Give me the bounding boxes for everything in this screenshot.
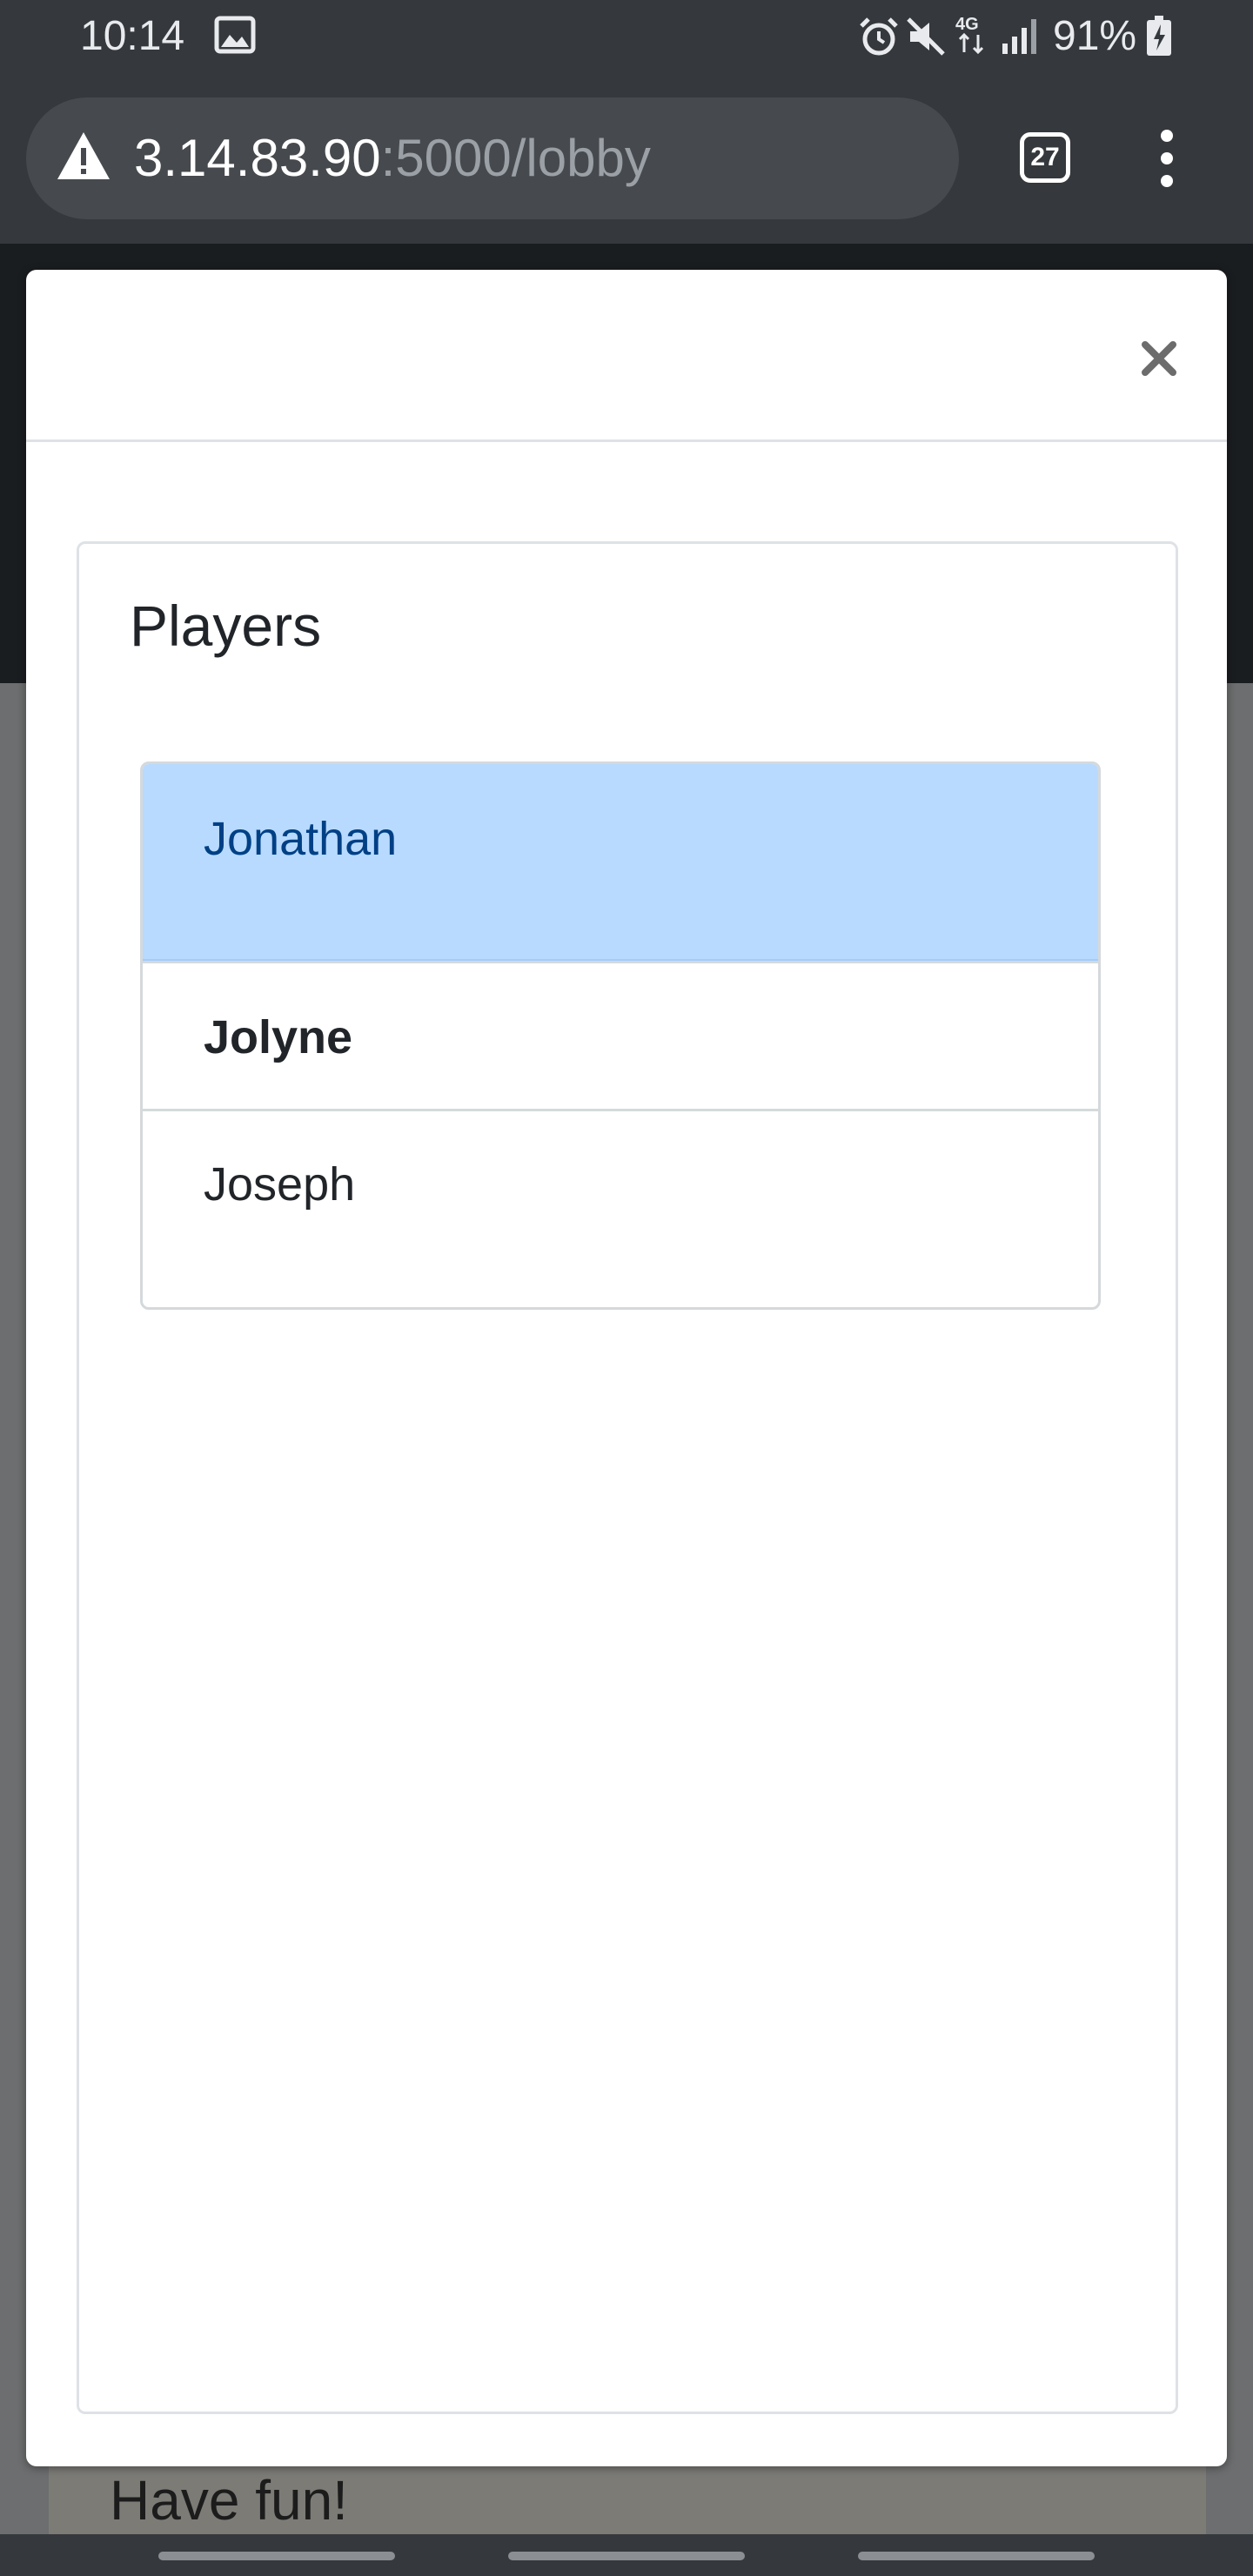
network-4g-icon: 4G: [955, 15, 984, 55]
url-text[interactable]: 3.14.83.90:5000/lobby: [134, 127, 651, 190]
players-modal: Players Jonathan Jolyne Joseph: [26, 270, 1227, 2466]
status-bar: 10:14 4G 91%: [0, 0, 1253, 73]
browser-toolbar: 3.14.83.90:5000/lobby 27: [0, 73, 1253, 244]
player-list-item[interactable]: Jolyne: [143, 961, 1098, 1109]
not-secure-warning-icon[interactable]: [56, 131, 111, 181]
tab-switcher-button[interactable]: 27: [1020, 132, 1070, 183]
modal-header: [26, 270, 1227, 442]
players-title: Players: [130, 594, 322, 658]
player-list-item[interactable]: Joseph: [143, 1109, 1098, 1307]
nav-back-pill[interactable]: [858, 2552, 1095, 2560]
nav-home-pill[interactable]: [508, 2552, 745, 2560]
player-list: Jonathan Jolyne Joseph: [140, 761, 1101, 1310]
mute-icon: [907, 17, 945, 56]
lobby-card-text: Have fun!: [110, 2469, 348, 2532]
battery-percent: 91%: [1053, 13, 1137, 59]
svg-text:4G: 4G: [955, 15, 979, 34]
gallery-icon: [214, 16, 256, 54]
address-bar[interactable]: 3.14.83.90:5000/lobby: [26, 97, 959, 219]
signal-icon: [1002, 19, 1036, 54]
status-time: 10:14: [80, 13, 185, 59]
battery-charging-icon: [1147, 16, 1171, 56]
url-path: :5000/lobby: [380, 129, 651, 187]
player-list-item[interactable]: Jonathan: [143, 764, 1098, 961]
url-host: 3.14.83.90: [134, 129, 381, 187]
close-icon[interactable]: [1135, 334, 1183, 383]
system-nav-bar: [0, 2534, 1253, 2576]
alarm-icon: [860, 17, 898, 56]
more-menu-icon[interactable]: [1149, 127, 1185, 190]
players-card: Players Jonathan Jolyne Joseph: [77, 541, 1178, 2414]
nav-recents-pill[interactable]: [158, 2552, 395, 2560]
